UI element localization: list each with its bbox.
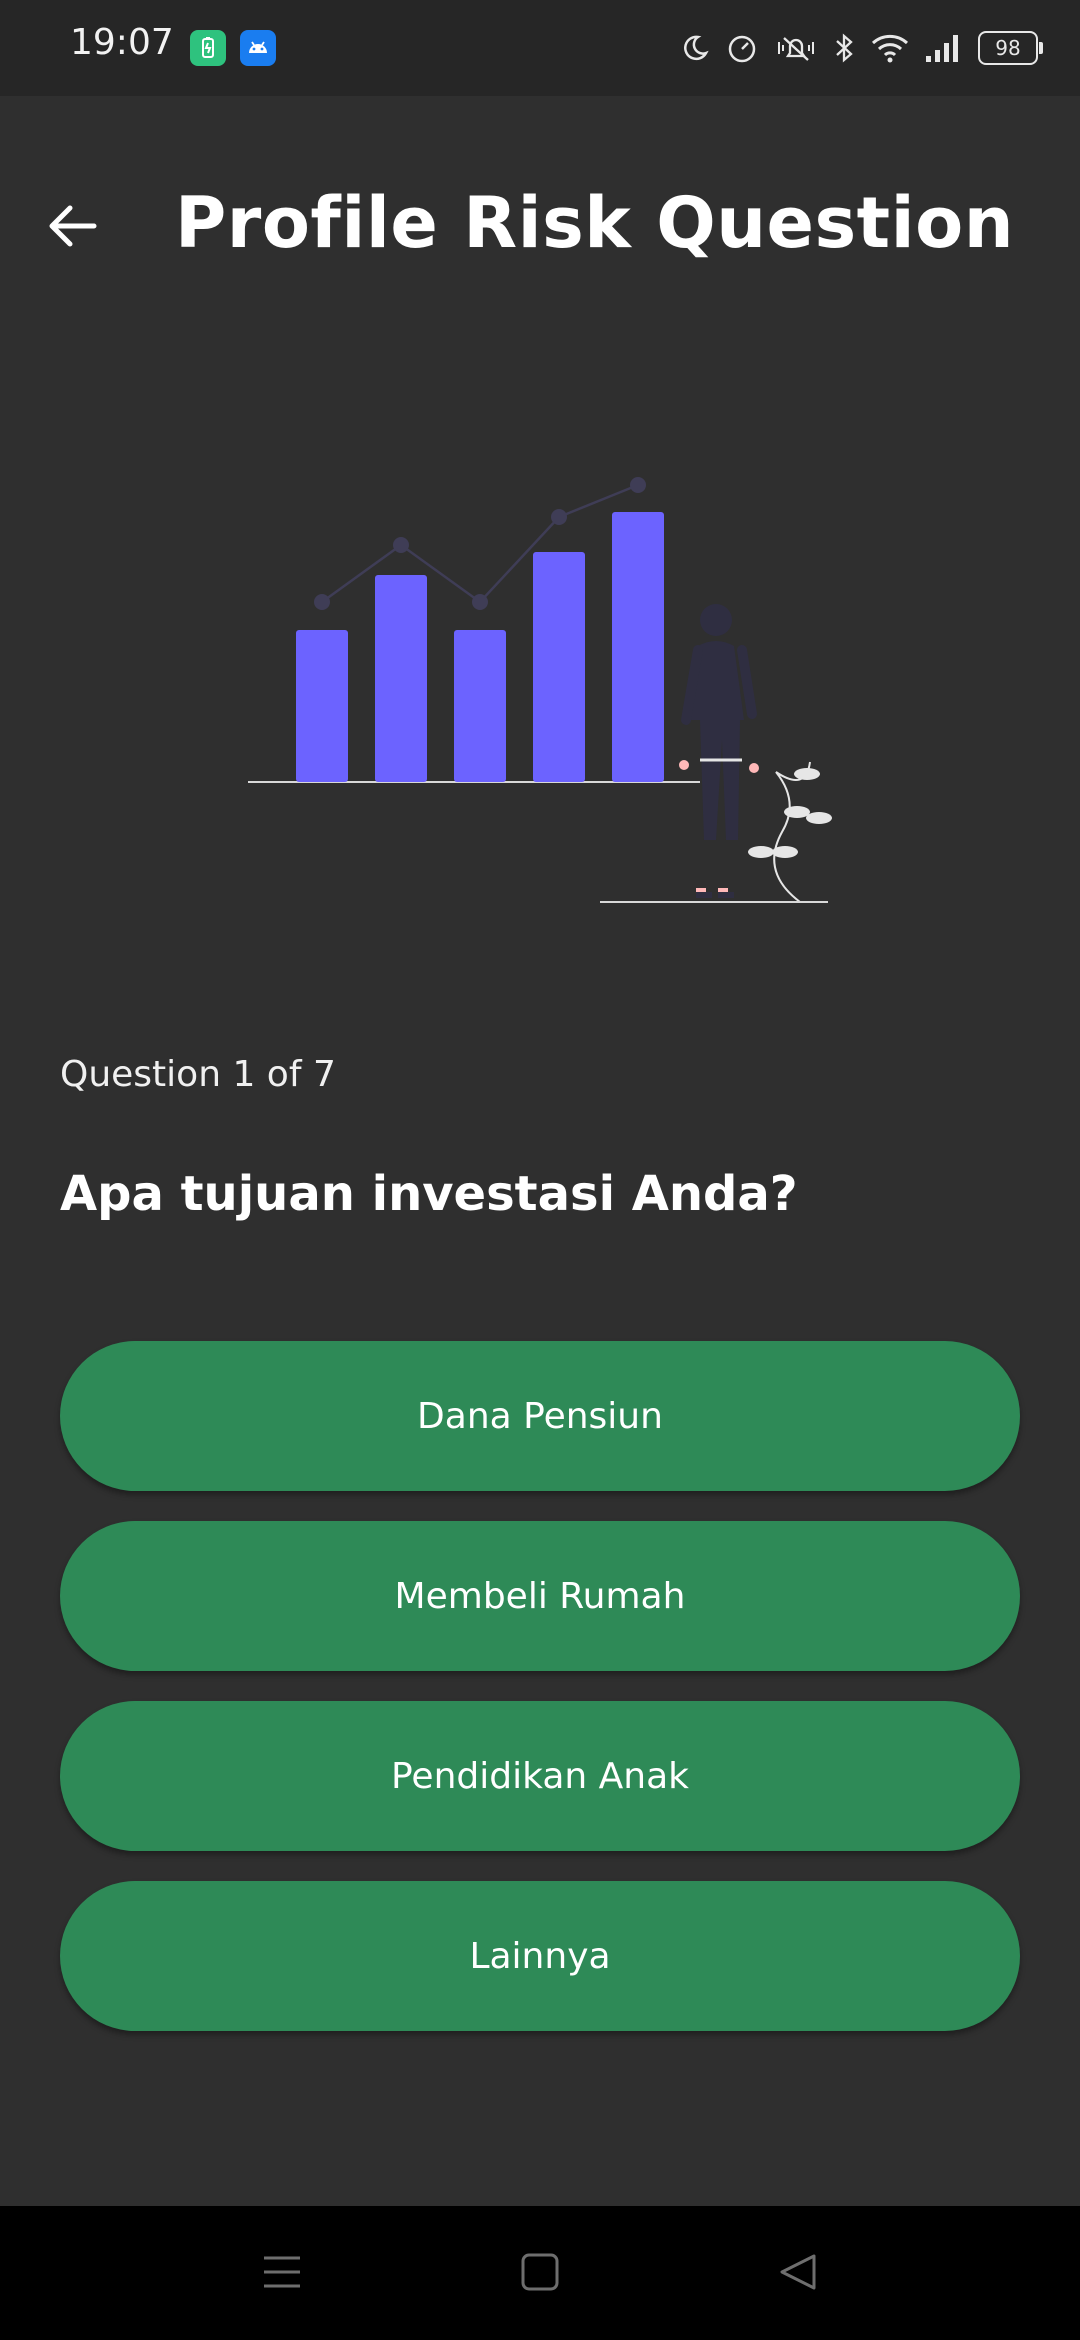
back-button[interactable]	[36, 190, 108, 262]
answer-button-dana-pensiun[interactable]: Dana Pensiun	[60, 1341, 1020, 1491]
back-triangle-icon[interactable]	[778, 2252, 818, 2296]
answer-button-pendidikan-anak[interactable]: Pendidikan Anak	[60, 1701, 1020, 1851]
answer-button-lainnya[interactable]: Lainnya	[60, 1881, 1020, 2031]
arrow-left-icon	[49, 205, 97, 247]
moon-icon	[684, 35, 709, 61]
investment-illustration	[240, 460, 860, 920]
question-counter: Question 1 of 7	[60, 1054, 336, 1095]
page-title: Profile Risk Question	[175, 182, 1015, 264]
system-nav-bar	[0, 2206, 1080, 2340]
speedometer-icon	[728, 35, 756, 63]
vibrate-off-icon	[778, 37, 814, 61]
person-figure	[679, 604, 759, 898]
chart-bar	[612, 512, 664, 782]
battery-saver-icon	[190, 30, 226, 66]
status-time: 19:07	[70, 22, 174, 63]
status-bar: 19:07 98	[0, 0, 1080, 96]
question-text: Apa tujuan investasi Anda?	[60, 1166, 798, 1222]
plant-decoration	[748, 761, 832, 903]
menu-icon[interactable]	[262, 2252, 302, 2296]
home-square-icon[interactable]	[520, 2252, 560, 2296]
bluetooth-icon	[836, 33, 853, 63]
status-icons: 98	[678, 26, 1043, 70]
signal-icon	[926, 35, 958, 62]
battery-indicator: 98	[978, 31, 1043, 65]
android-icon	[240, 30, 276, 66]
answer-button-membeli-rumah[interactable]: Membeli Rumah	[60, 1521, 1020, 1671]
chart-bar	[454, 630, 506, 782]
wifi-icon	[871, 34, 909, 63]
chart-bar	[296, 630, 348, 782]
answer-list: Dana Pensiun Membeli Rumah Pendidikan An…	[60, 1341, 1020, 2061]
chart-bar	[533, 552, 585, 782]
chart-bar	[375, 575, 427, 782]
